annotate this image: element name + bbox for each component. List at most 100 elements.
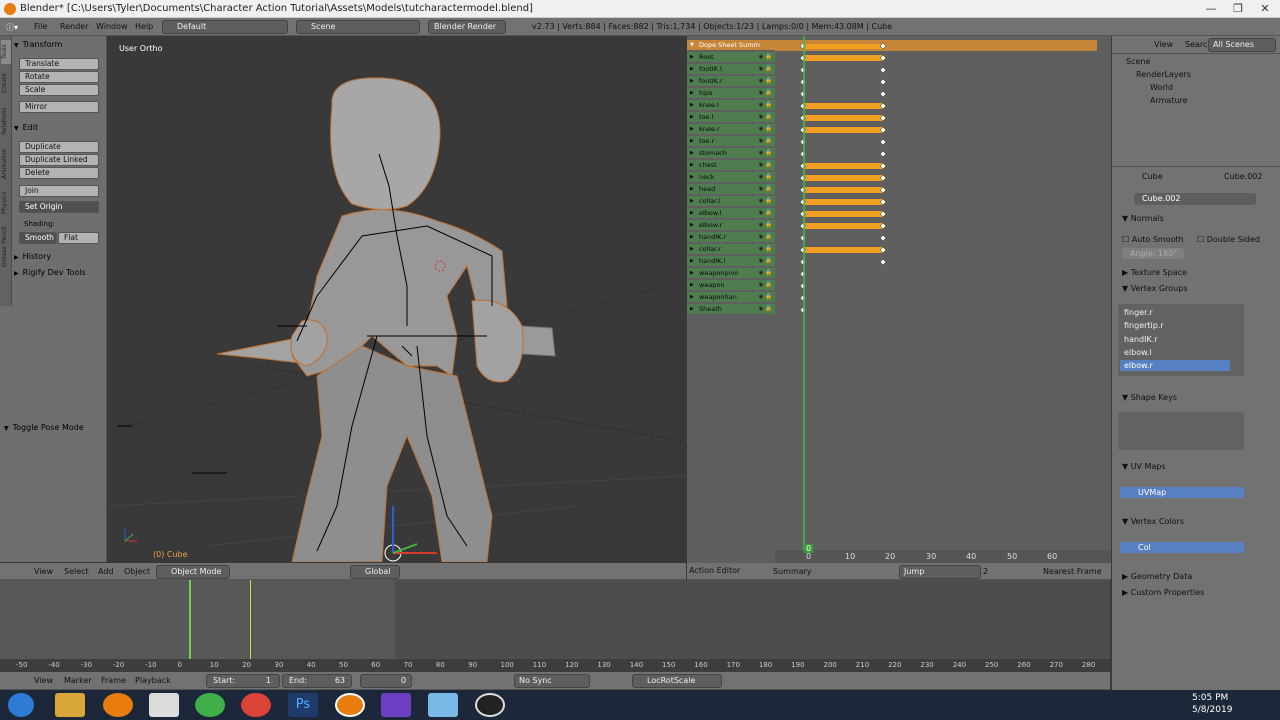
- channel-toggle-icons[interactable]: ◉ 🔒: [759, 292, 772, 303]
- edit-section[interactable]: ▼ Edit: [14, 123, 38, 132]
- uv-maps-section[interactable]: ▼ UV Maps: [1122, 462, 1166, 471]
- vertex-group-item[interactable]: handIK.r: [1124, 335, 1158, 344]
- vertex-colors-section[interactable]: ▼ Vertex Colors: [1122, 517, 1184, 526]
- expand-triangle-icon[interactable]: ▶: [690, 292, 694, 303]
- view3d-view-menu[interactable]: View: [34, 567, 53, 576]
- app-icon[interactable]: [428, 693, 458, 717]
- keying-set-field[interactable]: LocRotScale: [632, 674, 722, 688]
- channel-row[interactable]: ▶ neck ◉ 🔒: [687, 172, 775, 183]
- auto-smooth-checkbox[interactable]: ☐ Auto Smooth: [1122, 235, 1184, 244]
- menu-render[interactable]: Render: [60, 22, 88, 31]
- duplicate-linked-button[interactable]: Duplicate Linked: [19, 154, 99, 166]
- transform-section[interactable]: ▼ Transform: [14, 40, 62, 49]
- blender-active-icon[interactable]: [335, 693, 365, 717]
- vertex-group-item[interactable]: elbow.l: [1124, 348, 1152, 357]
- expand-triangle-icon[interactable]: ▶: [690, 256, 694, 267]
- expand-triangle-icon[interactable]: ▶: [690, 172, 694, 183]
- expand-triangle-icon[interactable]: ▶: [690, 136, 694, 147]
- smooth-button[interactable]: Smooth: [19, 232, 57, 244]
- channel-row[interactable]: ▶ handIK.l ◉ 🔒: [687, 256, 775, 267]
- keyframe[interactable]: [799, 258, 807, 266]
- uvmap-item[interactable]: UVMap: [1120, 487, 1244, 498]
- vertex-group-item[interactable]: finger.r: [1124, 308, 1153, 317]
- channel-toggle-icons[interactable]: ◉ 🔒: [759, 220, 772, 231]
- jump-count[interactable]: 2: [983, 567, 988, 576]
- properties-tabs[interactable]: [1112, 151, 1280, 167]
- channel-toggle-icons[interactable]: ◉ 🔒: [759, 136, 772, 147]
- timeline-view-menu[interactable]: View: [34, 676, 53, 685]
- channel-toggle-icons[interactable]: ◉ 🔒: [759, 64, 772, 75]
- vertex-color-item[interactable]: Col: [1120, 542, 1244, 553]
- normals-section[interactable]: ▼ Normals: [1122, 214, 1164, 223]
- expand-triangle-icon[interactable]: ▶: [690, 208, 694, 219]
- keyframe[interactable]: [799, 90, 807, 98]
- hold-bar[interactable]: [803, 211, 883, 217]
- channel-toggle-icons[interactable]: ◉ 🔒: [759, 76, 772, 87]
- view3d-select-menu[interactable]: Select: [64, 567, 89, 576]
- mesh-name-field[interactable]: Cube.002: [1134, 193, 1256, 205]
- orientation-dropdown[interactable]: Global: [350, 565, 400, 579]
- expand-triangle-icon[interactable]: ▶: [690, 124, 694, 135]
- keyframe[interactable]: [799, 294, 807, 302]
- keyframe[interactable]: [879, 258, 887, 266]
- expand-triangle-icon[interactable]: ▶: [690, 184, 694, 195]
- channel-row[interactable]: ▶ stomach ◉ 🔒: [687, 148, 775, 159]
- channel-toggle-icons[interactable]: ◉ 🔒: [759, 196, 772, 207]
- info-editor-icon[interactable]: ⓘ▾: [6, 22, 18, 33]
- expand-triangle-icon[interactable]: ▶: [690, 76, 694, 87]
- photoshop-icon[interactable]: Ps: [288, 693, 318, 717]
- channel-row[interactable]: ▶ weaponhan ◉ 🔒: [687, 292, 775, 303]
- toggle-pose-mode-panel[interactable]: ▼ Toggle Pose Mode: [4, 423, 84, 432]
- hold-bar[interactable]: [803, 223, 883, 229]
- keyframe[interactable]: [799, 306, 807, 314]
- expand-triangle-icon[interactable]: ▶: [690, 148, 694, 159]
- expand-triangle-icon[interactable]: ▶: [690, 280, 694, 291]
- scale-button[interactable]: Scale: [19, 84, 99, 96]
- set-origin-dropdown[interactable]: Set Origin: [19, 201, 99, 213]
- channel-toggle-icons[interactable]: ◉ 🔒: [759, 112, 772, 123]
- expand-triangle-icon[interactable]: ▶: [690, 100, 694, 111]
- keyframe[interactable]: [879, 138, 887, 146]
- current-frame-field[interactable]: 0: [360, 674, 412, 688]
- channel-row[interactable]: ▶ head ◉ 🔒: [687, 184, 775, 195]
- channel-row[interactable]: ▶ chest ◉ 🔒: [687, 160, 775, 171]
- channel-toggle-icons[interactable]: ◉ 🔒: [759, 244, 772, 255]
- channel-toggle-icons[interactable]: ◉ 🔒: [759, 268, 772, 279]
- channel-row[interactable]: ▶ collar.r ◉ 🔒: [687, 244, 775, 255]
- channel-toggle-icons[interactable]: ◉ 🔒: [759, 280, 772, 291]
- unity-icon[interactable]: [149, 693, 179, 717]
- double-sided-checkbox[interactable]: ☐ Double Sided: [1197, 235, 1260, 244]
- hold-bar[interactable]: [803, 115, 883, 121]
- snap-dropdown[interactable]: Nearest Frame: [1043, 567, 1102, 576]
- steam-icon[interactable]: [475, 693, 505, 717]
- channel-toggle-icons[interactable]: ◉ 🔒: [759, 256, 772, 267]
- jump-field[interactable]: Jump: [899, 565, 981, 579]
- mode-dropdown[interactable]: Object Mode: [156, 565, 230, 579]
- outliner-scene[interactable]: Scene: [1126, 57, 1150, 66]
- channel-row[interactable]: ▶ Sheath ◉ 🔒: [687, 304, 775, 315]
- maximize-button[interactable]: ❐: [1225, 0, 1251, 18]
- keyframe[interactable]: [799, 78, 807, 86]
- expand-triangle-icon[interactable]: ▶: [690, 268, 694, 279]
- editor-mode-dropdown[interactable]: Action Editor: [687, 565, 753, 579]
- history-section[interactable]: ▶ History: [14, 252, 51, 261]
- minimize-button[interactable]: —: [1198, 0, 1224, 18]
- expand-triangle-icon[interactable]: ▶: [690, 244, 694, 255]
- menu-help[interactable]: Help: [135, 22, 153, 31]
- expand-triangle-icon[interactable]: ▶: [690, 52, 694, 63]
- expand-triangle-icon[interactable]: ▶: [690, 304, 694, 315]
- chrome-icon[interactable]: [241, 693, 271, 717]
- hold-bar[interactable]: [803, 199, 883, 205]
- hold-bar[interactable]: [803, 175, 883, 181]
- hold-bar[interactable]: [803, 163, 883, 169]
- keyframe-area[interactable]: [775, 36, 1111, 563]
- channel-row[interactable]: ▶ toe.l ◉ 🔒: [687, 112, 775, 123]
- translate-button[interactable]: Translate: [19, 58, 99, 70]
- expand-triangle-icon[interactable]: ▶: [690, 112, 694, 123]
- vertex-group-item[interactable]: fingertip.r: [1124, 321, 1164, 330]
- keyframe[interactable]: [799, 150, 807, 158]
- timeline-marker-menu[interactable]: Marker: [64, 676, 92, 685]
- clock-date[interactable]: 5/8/2019: [1192, 705, 1232, 715]
- scene-selector[interactable]: Scene: [296, 20, 420, 34]
- keyframe[interactable]: [799, 282, 807, 290]
